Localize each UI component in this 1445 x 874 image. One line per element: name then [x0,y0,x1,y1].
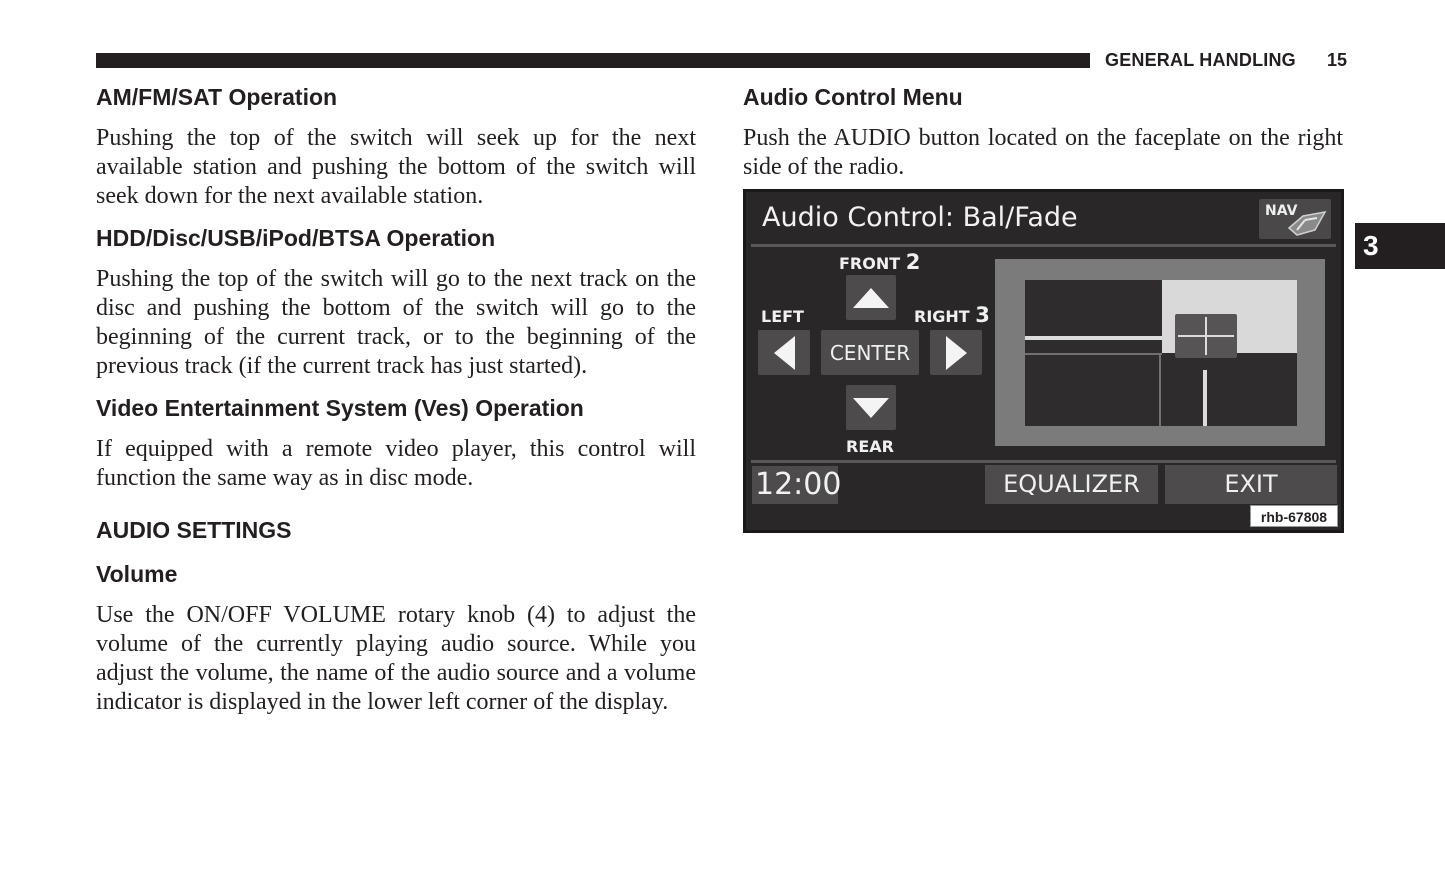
arrow-down-icon [853,397,889,418]
screen-divider [751,460,1336,463]
grid-line [1159,353,1161,426]
page-number: 15 [1327,50,1348,70]
audio-control-menu-heading: Audio Control Menu [743,84,963,110]
fade-line [1025,336,1162,340]
nav-button[interactable]: NAV [1259,199,1331,239]
fade-rear-button[interactable] [846,385,896,430]
am-fm-sat-paragraph: Pushing the top of the switch will seek … [96,125,696,209]
front-callout: 2 [905,250,921,274]
equalizer-button[interactable]: EQUALIZER [985,465,1158,504]
grid-line [1025,353,1162,355]
arrow-left-icon [773,335,795,370]
chapter-tab: 3 [1355,223,1445,269]
section-title: GENERAL HANDLING [1105,50,1296,70]
audio-settings-heading: AUDIO SETTINGS [96,517,292,543]
screen-divider [751,244,1336,247]
exit-button[interactable]: EXIT [1165,465,1337,504]
right-label: RIGHT 3 [914,303,990,327]
header-rule [96,53,1090,68]
hdd-disc-paragraph: Pushing the top of the switch will go to… [96,266,696,379]
position-cursor[interactable] [1175,314,1237,358]
balance-fade-grid[interactable] [995,259,1325,446]
balance-line [1203,370,1207,426]
volume-paragraph: Use the ON/OFF VOLUME rotary knob (4) to… [96,602,696,715]
arrow-right-icon [945,335,967,370]
rear-label: REAR [846,437,894,456]
left-column: AM/FM/SAT Operation Pushing the top of t… [96,82,696,717]
front-label: FRONT 2 [839,250,920,274]
right-column: Audio Control Menu Push the AUDIO button… [743,82,1343,182]
right-callout: 3 [975,303,990,327]
right-label-text: RIGHT [914,307,970,326]
ves-heading: Video Entertainment System (Ves) Operati… [96,395,584,421]
clock: 12:00 [752,466,841,504]
audio-control-screen: Audio Control: Bal/Fade NAV FRONT 2 LEFT… [743,189,1344,533]
crosshair-icon-vertical [1205,317,1207,355]
ves-paragraph: If equipped with a remote video player, … [96,436,696,491]
front-label-text: FRONT [839,254,901,273]
fade-front-button[interactable] [846,275,896,320]
screen-title: Audio Control: Bal/Fade [762,202,1078,233]
center-button[interactable]: CENTER [821,330,919,375]
left-label: LEFT [761,307,804,326]
audio-control-menu-paragraph: Push the AUDIO button located on the fac… [743,125,1343,180]
balance-left-button[interactable] [758,330,810,375]
hdd-disc-heading: HDD/Disc/USB/iPod/BTSA Operation [96,225,496,251]
am-fm-sat-heading: AM/FM/SAT Operation [96,84,338,110]
image-reference-tag: rhb-67808 [1250,505,1338,527]
map-icon [1287,210,1327,236]
balance-fade-field [1025,280,1297,426]
volume-heading: Volume [96,561,178,587]
balance-right-button[interactable] [930,330,982,375]
arrow-up-icon [853,287,889,308]
